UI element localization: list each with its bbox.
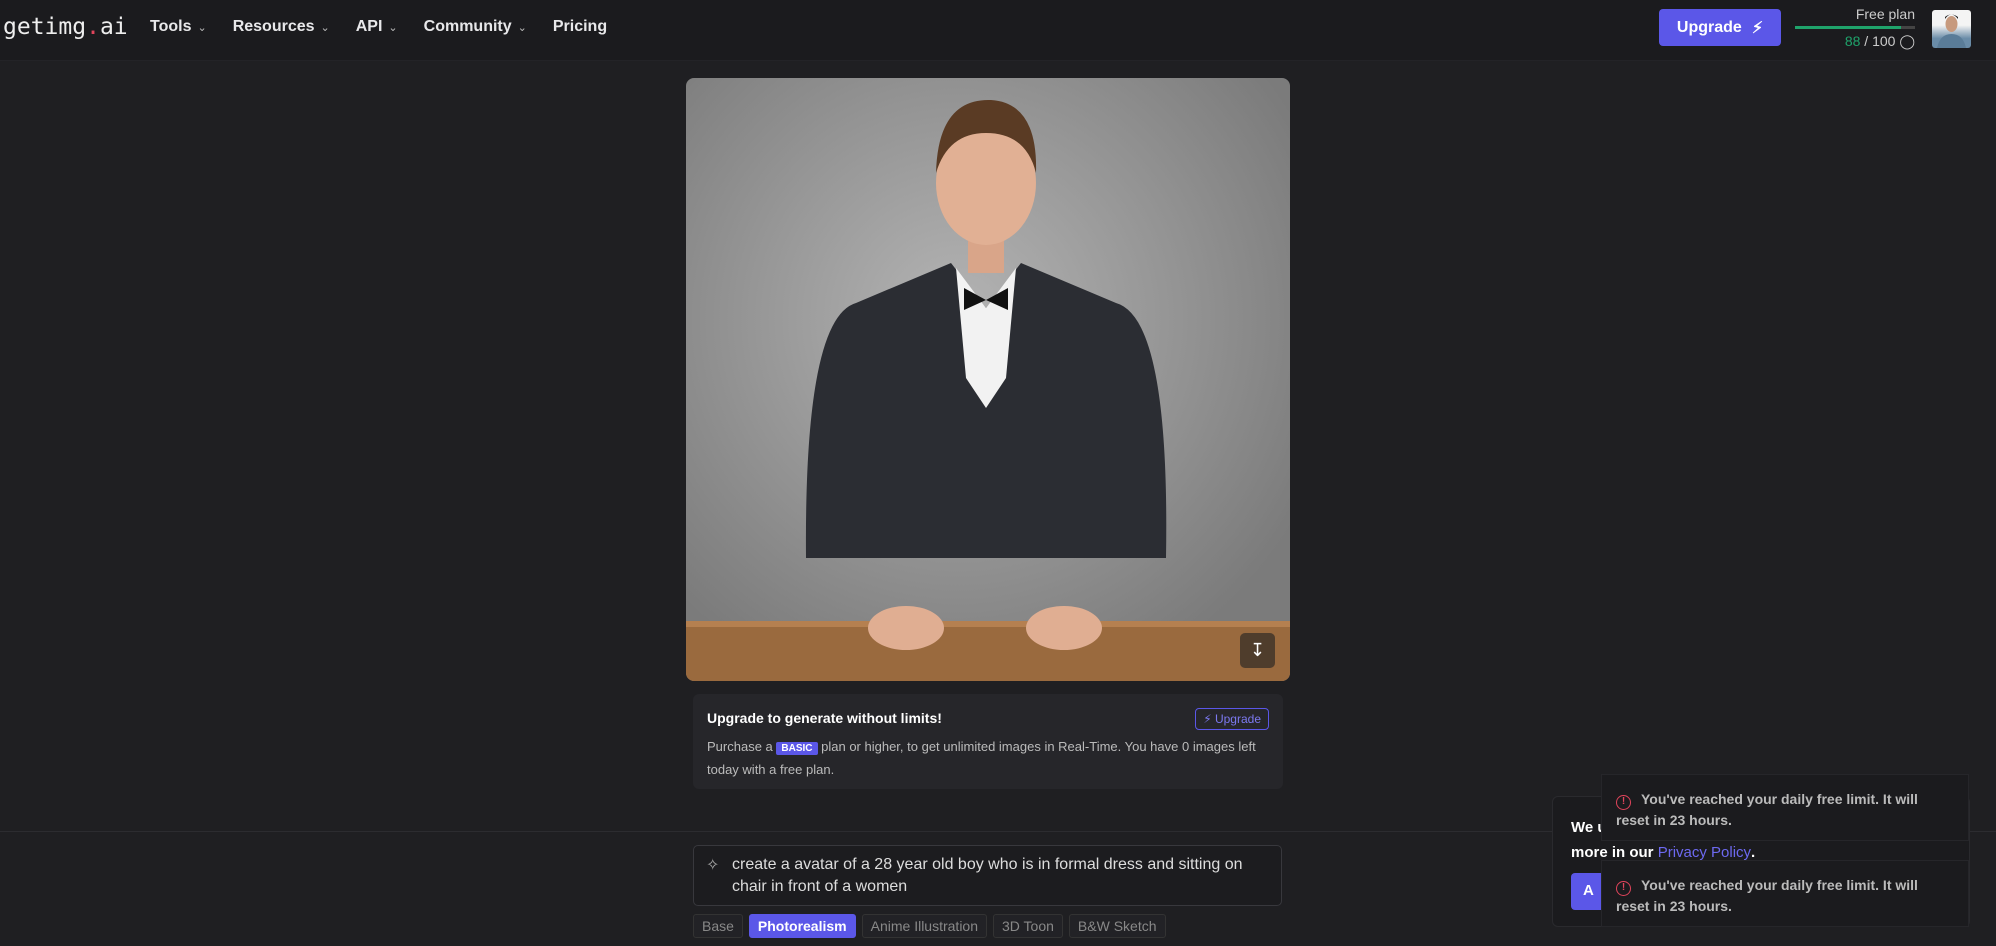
- download-icon: ↧: [1249, 640, 1266, 660]
- toast-text: You've reached your daily free limit. It…: [1616, 791, 1918, 828]
- nav-resources[interactable]: Resources ⌄: [233, 18, 330, 36]
- nav-label: Resources: [232, 18, 315, 35]
- plan-status: Free plan 88 / 100 ◯: [1795, 6, 1915, 50]
- card-upgrade-label: Upgrade: [1214, 712, 1261, 726]
- cookie-text-more: more in our: [1571, 844, 1654, 861]
- error-toast[interactable]: ! You've reached your daily free limit. I…: [1601, 860, 1969, 927]
- nav-label: API: [355, 18, 383, 35]
- style-3d-toon[interactable]: 3D Toon: [993, 914, 1063, 938]
- portrait-illustration: [686, 99, 1290, 681]
- nav-tools[interactable]: Tools ⌄: [150, 18, 207, 36]
- credits-progress-bar: [1795, 26, 1915, 29]
- nav-pricing[interactable]: Pricing: [553, 18, 607, 36]
- generated-image[interactable]: ↧: [686, 78, 1290, 681]
- coins-icon: ◯: [1899, 33, 1915, 49]
- credits-used: 88: [1844, 33, 1861, 49]
- logo[interactable]: getimg.ai: [3, 14, 128, 40]
- upgrade-card-text: Purchase a BASIC plan or higher, to get …: [707, 736, 1267, 780]
- alert-circle-icon: !: [1616, 881, 1631, 896]
- nav-api[interactable]: API ⌄: [356, 18, 398, 36]
- nav-label: Community: [423, 18, 512, 35]
- credits-progress-fill: [1795, 26, 1901, 29]
- nav-label: Pricing: [552, 18, 608, 35]
- nav-label: Tools: [150, 18, 192, 35]
- card-upgrade-button[interactable]: ⚡︎ Upgrade: [1195, 708, 1269, 730]
- style-selector: Base Photorealism Anime Illustration 3D …: [693, 914, 1166, 938]
- logo-text-suffix: ai: [99, 14, 128, 40]
- main-nav: Tools ⌄ Resources ⌄ API ⌄ Community ⌄ Pricin…: [150, 18, 607, 36]
- credits-total: / 100: [1864, 33, 1896, 49]
- prompt-input[interactable]: ✧ create a avatar of a 28 year old boy w…: [693, 845, 1282, 906]
- toast-text: You've reached your daily free limit. It…: [1616, 877, 1918, 914]
- error-toast[interactable]: ! You've reached your daily free limit. I…: [1601, 774, 1969, 841]
- upgrade-card: Upgrade to generate without limits! ⚡︎ U…: [693, 694, 1283, 789]
- cookie-dot: .: [1751, 844, 1756, 861]
- upgrade-button[interactable]: Upgrade ⚡︎: [1659, 9, 1781, 46]
- chevron-down-icon: ⌄: [197, 22, 207, 34]
- privacy-policy-link[interactable]: Privacy Policy: [1658, 844, 1751, 861]
- upgrade-label: Upgrade: [1676, 18, 1742, 36]
- nav-community[interactable]: Community ⌄: [424, 18, 527, 36]
- text-pre: Purchase a: [707, 739, 773, 754]
- sparkle-icon: ✧: [706, 857, 720, 874]
- chevron-down-icon: ⌄: [388, 22, 398, 34]
- lightning-icon: ⚡︎: [1203, 712, 1212, 726]
- basic-badge: BASIC: [776, 742, 818, 755]
- download-button[interactable]: ↧: [1240, 633, 1275, 668]
- chevron-down-icon: ⌄: [320, 22, 330, 34]
- alert-circle-icon: !: [1616, 795, 1631, 810]
- style-photorealism[interactable]: Photorealism: [748, 914, 856, 938]
- upgrade-card-title: Upgrade to generate without limits!: [707, 710, 942, 726]
- prompt-text: create a avatar of a 28 year old boy who…: [732, 856, 1243, 895]
- chevron-down-icon: ⌄: [517, 22, 527, 34]
- style-anime-illustration[interactable]: Anime Illustration: [861, 914, 988, 938]
- logo-dot: .: [86, 14, 100, 40]
- style-bw-sketch[interactable]: B&W Sketch: [1068, 914, 1166, 938]
- style-base[interactable]: Base: [693, 914, 743, 938]
- top-nav: getimg.ai Tools ⌄ Resources ⌄ API ⌄ Communi…: [0, 0, 1996, 61]
- lightning-icon: ⚡︎: [1751, 19, 1764, 37]
- logo-text: getimg: [3, 14, 87, 40]
- user-avatar[interactable]: [1932, 10, 1971, 48]
- plan-label: Free plan: [1855, 6, 1915, 22]
